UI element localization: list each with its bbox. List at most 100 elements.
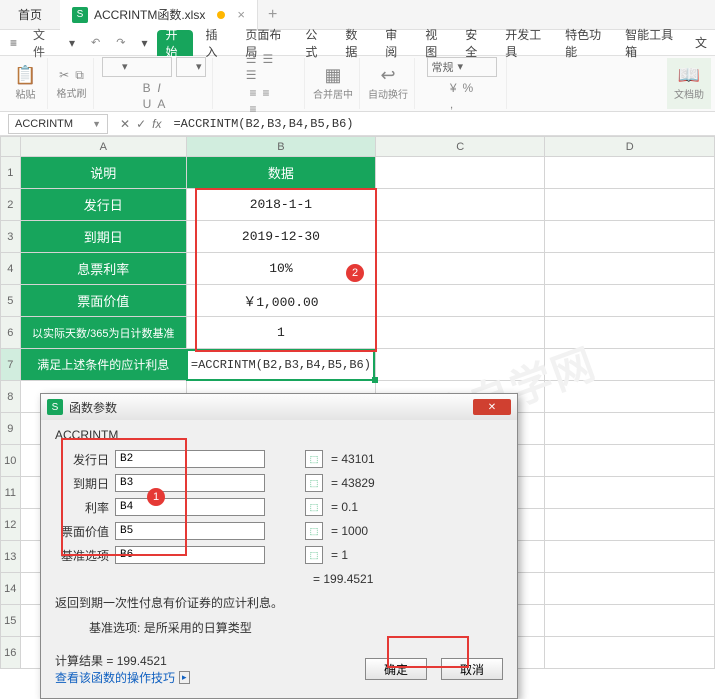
row-header[interactable]: 11 <box>1 477 21 509</box>
percent-icon[interactable]: % <box>463 81 474 95</box>
cell[interactable] <box>545 541 715 573</box>
formula-input[interactable]: =ACCRINTM(B2,B3,B4,B5,B6) <box>167 117 715 131</box>
merge-group[interactable]: ▦合并居中 <box>307 58 360 109</box>
format-painter-button[interactable]: 格式刷 <box>57 85 87 100</box>
cell[interactable]: ￥1,000.00 <box>186 285 375 317</box>
ribbon-tab-smarttools[interactable]: 智能工具箱 <box>617 30 683 56</box>
cell[interactable]: 以实际天数/365为日计数基准 <box>20 317 186 349</box>
row-header[interactable]: 3 <box>1 221 21 253</box>
cell[interactable] <box>545 445 715 477</box>
ribbon-tab-start[interactable]: 开始 <box>157 30 193 56</box>
col-header-D[interactable]: D <box>545 137 715 157</box>
cell[interactable]: 10% <box>186 253 375 285</box>
cell[interactable] <box>545 381 715 413</box>
font-color-button[interactable]: A <box>157 97 165 111</box>
font-family-select[interactable]: ▾ <box>102 57 172 77</box>
col-header-A[interactable]: A <box>20 137 186 157</box>
file-menu[interactable]: 文件 <box>27 26 59 60</box>
arg-input-basis[interactable] <box>115 546 265 564</box>
cell[interactable] <box>375 317 545 349</box>
cell[interactable] <box>545 477 715 509</box>
align-left-icon[interactable]: ≡ <box>249 86 256 100</box>
paste-group[interactable]: 📋粘贴 <box>4 58 48 109</box>
range-picker-button[interactable]: ⬚ <box>305 450 323 468</box>
row-header[interactable]: 2 <box>1 189 21 221</box>
ribbon-tab-feature[interactable]: 特色功能 <box>557 30 613 56</box>
bold-button[interactable]: B <box>143 81 152 95</box>
currency-icon[interactable]: ¥ <box>450 81 457 95</box>
ribbon-tab-formula[interactable]: 公式 <box>297 30 333 56</box>
comma-icon[interactable]: , <box>450 97 457 111</box>
cell[interactable]: 票面价值 <box>20 285 186 317</box>
name-box[interactable]: ACCRINTM▼ <box>8 114 108 134</box>
cell[interactable]: 到期日 <box>20 221 186 253</box>
qat-caret-icon[interactable]: ▾ <box>135 36 153 50</box>
cell[interactable] <box>375 349 545 381</box>
arg-input-par[interactable] <box>115 522 265 540</box>
doc-assistant-button[interactable]: 📖文档助 <box>667 58 711 109</box>
row-header[interactable]: 16 <box>1 637 21 669</box>
cell[interactable]: 1 <box>186 317 375 349</box>
number-format-select[interactable]: 常规▾ <box>427 57 497 77</box>
arg-input-maturity[interactable] <box>115 474 265 492</box>
col-header-B[interactable]: B <box>186 137 375 157</box>
dialog-titlebar[interactable]: S 函数参数 ✕ <box>41 394 517 420</box>
cell[interactable]: 满足上述条件的应计利息 <box>20 349 186 381</box>
font-size-select[interactable]: ▾ <box>176 57 206 77</box>
cell[interactable] <box>545 605 715 637</box>
cell[interactable]: 2018-1-1 <box>186 189 375 221</box>
undo-button[interactable]: ↶ <box>85 36 106 49</box>
underline-button[interactable]: U <box>143 97 152 111</box>
cell[interactable] <box>375 253 545 285</box>
cell[interactable] <box>545 349 715 381</box>
wrap-group[interactable]: ↩自动换行 <box>362 58 415 109</box>
cell[interactable] <box>375 221 545 253</box>
cancel-formula-button[interactable]: ✕ <box>120 117 130 131</box>
file-menu-caret-icon[interactable]: ▾ <box>63 36 81 50</box>
ribbon-tab-review[interactable]: 审阅 <box>377 30 413 56</box>
align-right-icon[interactable]: ≡ <box>249 102 256 116</box>
row-header[interactable]: 6 <box>1 317 21 349</box>
cell[interactable]: 说明 <box>20 157 186 189</box>
active-cell[interactable]: =ACCRINTM(B2,B3,B4,B5,B6) <box>186 349 375 381</box>
row-header[interactable]: 8 <box>1 381 21 413</box>
range-picker-button[interactable]: ⬚ <box>305 474 323 492</box>
cell[interactable]: 2019-12-30 <box>186 221 375 253</box>
cell[interactable] <box>545 413 715 445</box>
row-header[interactable]: 5 <box>1 285 21 317</box>
row-header[interactable]: 14 <box>1 573 21 605</box>
ribbon-tab-data[interactable]: 数据 <box>337 30 373 56</box>
row-header[interactable]: 9 <box>1 413 21 445</box>
arg-input-issue[interactable] <box>115 450 265 468</box>
ribbon-tab-view[interactable]: 视图 <box>417 30 453 56</box>
fx-button[interactable]: fx <box>152 117 161 131</box>
select-all-corner[interactable] <box>1 137 21 157</box>
cancel-button[interactable]: 取消 <box>441 658 503 680</box>
cell[interactable] <box>545 573 715 605</box>
row-header[interactable]: 15 <box>1 605 21 637</box>
accept-formula-button[interactable]: ✓ <box>136 117 146 131</box>
cell[interactable] <box>375 189 545 221</box>
menu-icon[interactable]: ≡ <box>4 36 23 50</box>
cell[interactable] <box>545 285 715 317</box>
align-mid-icon[interactable]: ☰ <box>263 52 274 66</box>
cell[interactable]: 息票利率 <box>20 253 186 285</box>
help-link[interactable]: 查看该函数的操作技巧▸ <box>55 669 190 686</box>
ok-button[interactable]: 确定 <box>365 658 427 680</box>
range-picker-button[interactable]: ⬚ <box>305 498 323 516</box>
cell[interactable]: 发行日 <box>20 189 186 221</box>
align-center-icon[interactable]: ≡ <box>263 86 270 100</box>
copy-icon[interactable]: ⧉ <box>75 68 84 83</box>
dialog-close-button[interactable]: ✕ <box>473 399 511 415</box>
cell[interactable] <box>545 509 715 541</box>
arg-input-rate[interactable] <box>115 498 265 516</box>
tab-current-file[interactable]: S ACCRINTM函数.xlsx × <box>60 0 258 30</box>
row-header[interactable]: 12 <box>1 509 21 541</box>
cell[interactable] <box>545 189 715 221</box>
redo-button[interactable]: ↷ <box>110 36 131 49</box>
ribbon-tab-security[interactable]: 安全 <box>457 30 493 56</box>
cell[interactable] <box>375 157 545 189</box>
fill-handle[interactable] <box>372 377 378 383</box>
row-header[interactable]: 4 <box>1 253 21 285</box>
row-header[interactable]: 13 <box>1 541 21 573</box>
